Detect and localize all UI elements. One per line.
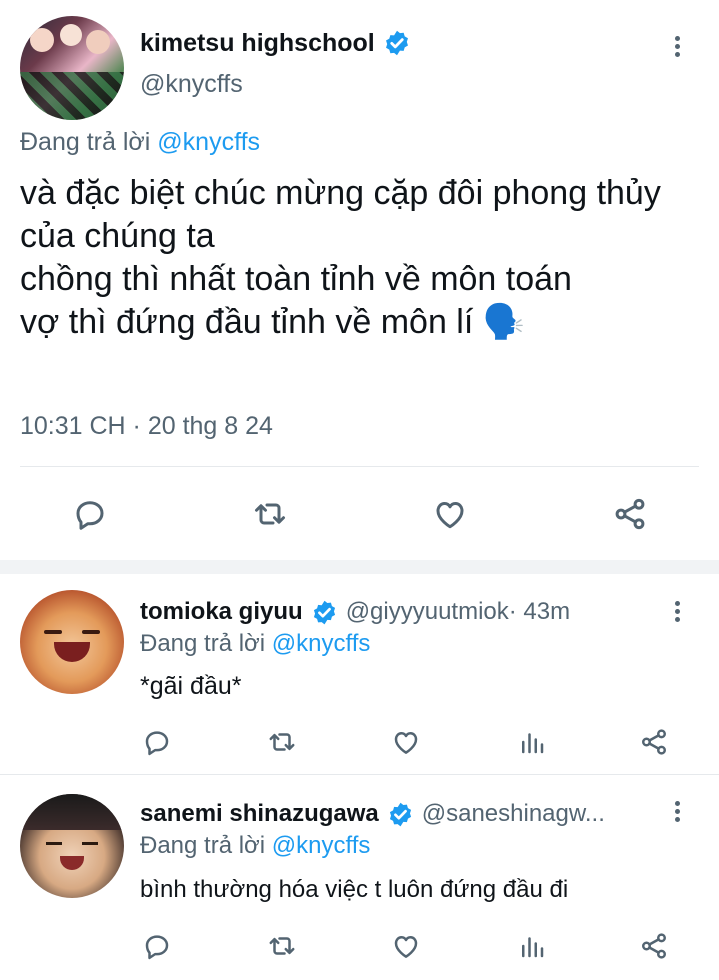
replying-to-handle[interactable]: @knycffs <box>272 832 371 859</box>
section-divider <box>0 560 719 574</box>
more-icon[interactable] <box>672 798 682 825</box>
tweet-line: và đặc biệt chúc mừng cặp đôi phong thủy <box>20 174 661 212</box>
like-button[interactable] <box>388 928 424 964</box>
reply-icon <box>145 731 169 756</box>
retweet-icon <box>269 937 295 955</box>
verified-icon <box>385 30 408 56</box>
views-button[interactable] <box>514 928 550 964</box>
replying-to: Đang trả lời @knycffs <box>140 832 370 860</box>
reply-icon <box>76 501 104 530</box>
share-icon <box>642 729 666 755</box>
replying-to-handle[interactable]: @knycffs <box>272 630 371 657</box>
reply-button[interactable] <box>140 724 174 760</box>
more-icon[interactable] <box>672 598 682 625</box>
main-tweet: kimetsu highschool @knycffs Đang trả lời… <box>0 0 719 560</box>
reply-avatar[interactable] <box>20 794 124 898</box>
reply-tweet[interactable]: tomioka giyuu @giyyyuutmiok · 43m Đang t… <box>0 574 719 774</box>
views-button[interactable] <box>514 724 550 760</box>
handle[interactable]: @knycffs <box>140 70 243 99</box>
views-icon <box>522 937 544 958</box>
retweet-icon <box>255 503 285 525</box>
replying-to-handle[interactable]: @knycffs <box>157 128 260 156</box>
like-icon <box>394 936 418 958</box>
retweet-button[interactable] <box>264 928 300 964</box>
tweet-line: vợ thì đứng đầu tỉnh về môn lí 🗣️ <box>20 303 526 341</box>
reply-icon <box>145 935 169 960</box>
retweet-button[interactable] <box>264 724 300 760</box>
reply-text: *gãi đầu* <box>140 672 242 700</box>
display-name[interactable]: sanemi shinazugawa <box>140 800 379 828</box>
retweet-icon <box>269 733 295 751</box>
relative-time: · 43m <box>508 598 571 625</box>
display-name[interactable]: kimetsu highschool <box>140 29 375 58</box>
tweet-line: của chúng ta <box>20 217 215 255</box>
reply-button[interactable] <box>140 928 174 964</box>
replying-to: Đang trả lời @knycffs <box>140 630 370 658</box>
like-icon <box>394 732 418 754</box>
replying-prefix: Đang trả lời <box>140 630 266 657</box>
reply-button[interactable] <box>66 492 114 536</box>
like-icon <box>436 502 464 529</box>
share-button[interactable] <box>606 492 654 536</box>
handle[interactable]: @saneshinagw... <box>422 800 605 828</box>
like-button[interactable] <box>388 724 424 760</box>
replying-prefix: Đang trả lời <box>20 128 151 156</box>
more-icon[interactable] <box>672 33 682 60</box>
share-icon <box>615 498 645 530</box>
tweet-line: chồng thì nhất toàn tỉnh về môn toán <box>20 260 572 298</box>
divider <box>20 466 699 467</box>
reply-text: bình thường hóa việc t luôn đứng đầu đi <box>140 876 569 903</box>
main-tweet-avatar[interactable] <box>20 16 124 120</box>
share-button[interactable] <box>636 724 672 760</box>
tweet-text: và đặc biệt chúc mừng cặp đôi phong thủy… <box>20 172 710 344</box>
divider <box>0 774 719 775</box>
like-button[interactable] <box>426 492 474 536</box>
verified-icon <box>389 802 411 826</box>
views-icon <box>522 733 544 754</box>
replying-to: Đang trả lời @knycffs <box>20 128 260 157</box>
handle[interactable]: @giyyyuutmiok <box>346 598 509 626</box>
share-button[interactable] <box>636 928 672 964</box>
reply-tweet[interactable]: sanemi shinazugawa @saneshinagw... Đang … <box>0 776 719 980</box>
reply-avatar[interactable] <box>20 590 124 694</box>
replying-prefix: Đang trả lời <box>140 832 266 859</box>
verified-icon <box>313 600 335 624</box>
display-name[interactable]: tomioka giyuu <box>140 598 303 626</box>
share-icon <box>642 933 666 959</box>
retweet-button[interactable] <box>246 492 294 536</box>
timestamp[interactable]: 10:31 CH · 20 thg 8 24 <box>20 412 273 441</box>
